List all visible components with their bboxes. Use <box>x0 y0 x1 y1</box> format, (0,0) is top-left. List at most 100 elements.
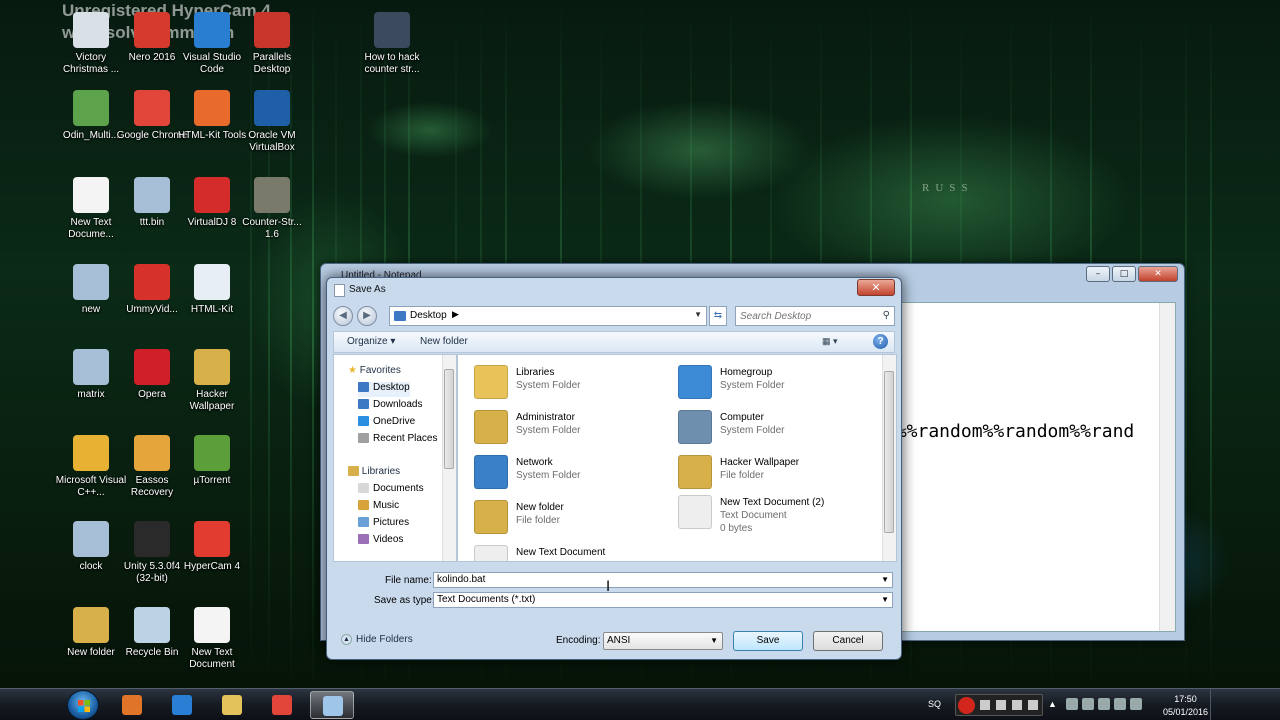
volume-icon[interactable] <box>1130 698 1142 710</box>
screenshot-icon[interactable] <box>1012 700 1022 710</box>
file-item[interactable]: New Text Document (2) Text Document 0 byte… <box>678 493 878 534</box>
virtualbox-icon <box>254 90 290 126</box>
desktop-icon[interactable]: Parallels Desktop <box>234 12 310 76</box>
new-folder-button[interactable]: New folder <box>420 336 468 347</box>
hypercam-controls[interactable] <box>955 694 1043 716</box>
network-tray-icon[interactable] <box>1082 698 1094 710</box>
nav-item-label: Pictures <box>373 517 410 528</box>
desktop-icon-label: Counter-Str... 1.6 <box>242 217 302 240</box>
file-item[interactable]: New folder File folder <box>474 498 674 538</box>
library-icon <box>358 534 369 545</box>
libraries-header[interactable]: Libraries <box>348 466 400 477</box>
desktop-icon[interactable]: Counter-Str... 1.6 <box>234 177 310 241</box>
favorites-header[interactable]: ★ Favorites <box>348 365 401 376</box>
desktop-icon[interactable]: HyperCam 4 <box>174 521 250 573</box>
taskbar-button[interactable] <box>110 691 154 719</box>
settings-icon[interactable] <box>1028 700 1038 710</box>
file-item[interactable]: Administrator System Folder <box>474 408 674 448</box>
desktop-icon[interactable]: How to hack counter str... <box>354 12 430 76</box>
dialog-close-button[interactable]: ✕ <box>857 279 895 296</box>
dialog-titlebar[interactable]: Save As ✕ <box>327 278 901 304</box>
save-button[interactable]: Save <box>733 631 803 651</box>
address-bar[interactable]: Desktop ▶ ▼ <box>389 306 707 326</box>
desktop-icon[interactable]: µTorrent <box>174 435 250 487</box>
nav-item-onedrive[interactable]: OneDrive <box>358 416 415 431</box>
file-list[interactable]: Libraries System Folder Homegroup System Fo… <box>457 354 897 562</box>
encoding-dropdown-icon[interactable]: ▼ <box>710 633 718 649</box>
save-as-dialog[interactable]: Save As ✕ ◀ ▶ Desktop ▶ ▼ ⇆ ⚲ Organize ▾… <box>326 277 902 660</box>
battery-icon[interactable] <box>1114 698 1126 710</box>
htmlkit-tools-icon <box>194 90 230 126</box>
dialog-toolbar: Organize ▾ New folder ▦ ▾ ? <box>333 331 895 353</box>
forward-button[interactable]: ▶ <box>357 306 377 326</box>
cancel-button[interactable]: Cancel <box>813 631 883 651</box>
desktop-icon[interactable]: Hacker Wallpaper <box>174 349 250 413</box>
change-view-button[interactable]: ▦ ▾ <box>822 336 838 347</box>
hide-folders-button[interactable]: ▲ Hide Folders <box>341 634 413 645</box>
record-icon[interactable] <box>958 697 975 714</box>
maximize-button[interactable]: □ <box>1112 266 1136 282</box>
savetype-value: Text Documents (*.txt) <box>437 594 536 605</box>
desktop-icon[interactable]: HTML-Kit <box>174 264 250 316</box>
nav-item-pictures[interactable]: Pictures <box>358 517 409 532</box>
minimize-button[interactable]: – <box>1086 266 1110 282</box>
file-item[interactable]: Libraries System Folder <box>474 363 674 403</box>
taskbar-button[interactable] <box>160 691 204 719</box>
tray-app-icon[interactable] <box>1066 698 1078 710</box>
breadcrumb-arrow-icon[interactable]: ▶ <box>452 309 459 320</box>
taskbar: SQ ▲ 17:50 05/01/2016 <box>0 688 1280 720</box>
file-list-scroll-thumb[interactable] <box>884 371 894 533</box>
file-item[interactable]: Homegroup System Folder <box>678 363 878 403</box>
nav-item-documents[interactable]: Documents <box>358 483 424 498</box>
nav-item-recent-places[interactable]: Recent Places <box>358 433 437 448</box>
folder-icon <box>358 433 369 444</box>
nav-item-desktop[interactable]: Desktop <box>358 382 410 397</box>
back-button[interactable]: ◀ <box>333 306 353 326</box>
tray-expand-icon[interactable]: ▲ <box>1048 699 1057 720</box>
file-item[interactable]: Computer System Folder <box>678 408 878 448</box>
text-document-icon <box>73 177 109 213</box>
search-icon[interactable]: ⚲ <box>883 310 890 321</box>
navigation-pane[interactable]: ★ Favorites Desktop Downloads OneDrive Rece… <box>333 354 457 562</box>
desktop-icon[interactable]: Oracle VM VirtualBox <box>234 90 310 154</box>
file-item[interactable]: Hacker Wallpaper File folder <box>678 453 878 493</box>
nav-item-label: OneDrive <box>373 416 416 427</box>
nav-item-videos[interactable]: Videos <box>358 534 403 549</box>
gear-file-icon <box>73 349 109 385</box>
file-item[interactable]: Network System Folder <box>474 453 674 493</box>
nav-item-downloads[interactable]: Downloads <box>358 399 422 414</box>
notepad-scrollbar[interactable] <box>1159 303 1175 631</box>
file-item-name: New Text Document (2) <box>720 497 825 508</box>
help-button[interactable]: ? <box>873 334 888 349</box>
filename-input[interactable]: kolindo.bat ▼ <box>433 572 893 588</box>
desktop-icon[interactable]: New Text Document <box>174 607 250 671</box>
taskbar-button[interactable] <box>310 691 354 719</box>
taskbar-button[interactable] <box>210 691 254 719</box>
encoding-select[interactable]: ANSI ▼ <box>603 632 723 650</box>
organize-button[interactable]: Organize ▾ <box>347 336 395 347</box>
file-item[interactable]: New Text Document Text Document <box>474 543 674 561</box>
close-button[interactable]: ✕ <box>1138 266 1178 282</box>
file-item-name: New Text Document <box>516 547 606 558</box>
nav-item-music[interactable]: Music <box>358 500 399 515</box>
search-box[interactable]: ⚲ <box>735 306 895 326</box>
savetype-select[interactable]: Text Documents (*.txt) ▼ <box>433 592 893 608</box>
navigation-scrollbar[interactable] <box>442 355 456 561</box>
file-list-scrollbar[interactable] <box>882 355 896 561</box>
action-center-icon[interactable] <box>1098 698 1110 710</box>
pause-icon[interactable] <box>996 700 1006 710</box>
search-input[interactable] <box>736 307 871 325</box>
filename-dropdown-icon[interactable]: ▼ <box>881 573 889 587</box>
navigation-scroll-thumb[interactable] <box>444 369 454 469</box>
savetype-dropdown-icon[interactable]: ▼ <box>881 593 889 607</box>
internet-explorer-icon <box>172 695 192 715</box>
show-desktop-button[interactable] <box>1210 689 1218 720</box>
clock[interactable]: 17:50 05/01/2016 <box>1163 693 1208 719</box>
stop-icon[interactable] <box>980 700 990 710</box>
desktop-icon-label: HyperCam 4 <box>183 561 241 572</box>
address-dropdown-icon[interactable]: ▼ <box>694 310 702 319</box>
refresh-button[interactable]: ⇆ <box>709 306 727 326</box>
taskbar-button[interactable] <box>260 691 304 719</box>
language-indicator[interactable]: SQ <box>928 699 941 720</box>
start-button[interactable] <box>67 690 99 720</box>
